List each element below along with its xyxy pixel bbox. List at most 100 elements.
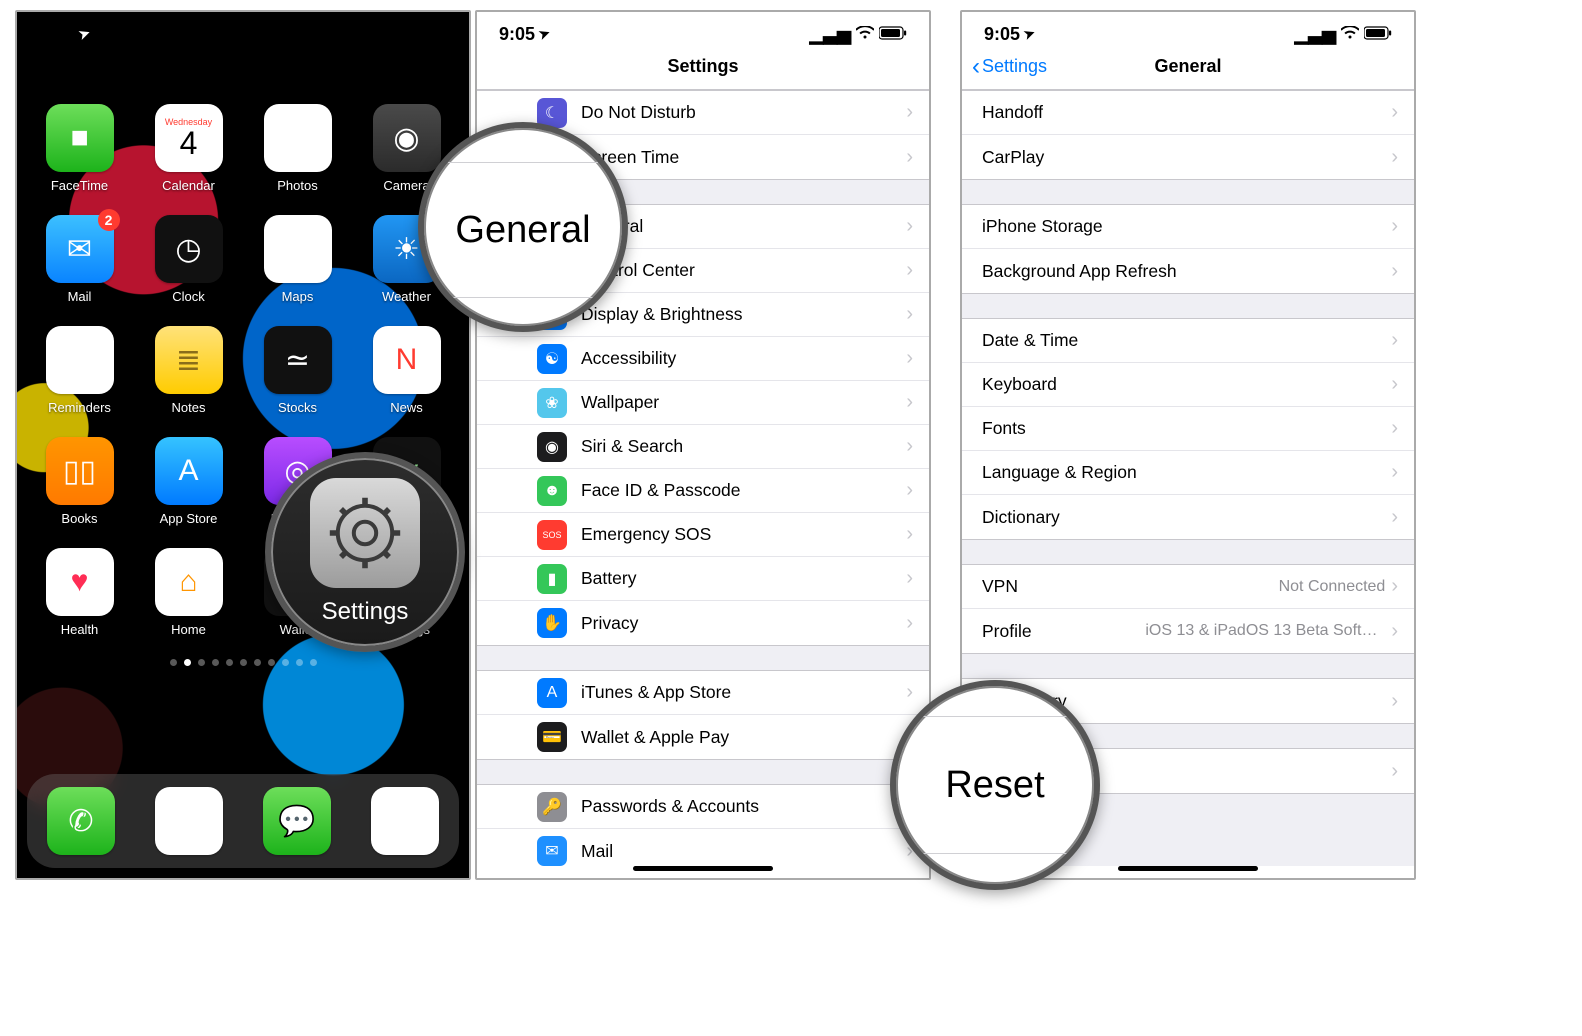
mail-app[interactable]: ✉2Mail	[32, 215, 127, 304]
general-row-iphone-storage[interactable]: iPhone Storage›	[962, 205, 1414, 249]
music-app[interactable]: ♪	[371, 787, 439, 855]
home-app[interactable]: ⌂Home	[141, 548, 236, 637]
chevron-right-icon: ›	[1391, 373, 1398, 396]
maps-app[interactable]: ➤ Maps	[250, 215, 345, 304]
settings-row-wallet-apple-pay[interactable]: 💳Wallet & Apple Pay›	[477, 715, 929, 759]
app-label: Notes	[172, 400, 206, 415]
general-row-date-time[interactable]: Date & Time›	[962, 319, 1414, 363]
nav-title: General	[1154, 56, 1221, 77]
stocks-app[interactable]: ≃ Stocks	[250, 326, 345, 415]
chevron-right-icon: ›	[906, 303, 913, 326]
settings-row-accessibility[interactable]: ☯Accessibility›	[477, 337, 929, 381]
row-icon: ✋	[537, 608, 567, 638]
phone-app[interactable]: ✆	[47, 787, 115, 855]
messages-app[interactable]: 💬	[263, 787, 331, 855]
chevron-right-icon: ›	[1391, 461, 1398, 484]
nav-bar: ‹ Settings General	[962, 44, 1414, 90]
chevron-left-icon: ‹	[972, 53, 980, 81]
chevron-right-icon: ›	[1391, 690, 1398, 713]
chevron-right-icon: ›	[1391, 215, 1398, 238]
wifi-icon	[1341, 24, 1359, 45]
safari-app[interactable]: ◎	[155, 787, 223, 855]
reminders-app-icon: ≡	[46, 326, 114, 394]
chevron-right-icon: ›	[1391, 146, 1398, 169]
settings-row-wallpaper[interactable]: ❀Wallpaper›	[477, 381, 929, 425]
reminders-app[interactable]: ≡Reminders	[32, 326, 127, 415]
chevron-right-icon: ›	[906, 612, 913, 635]
row-icon: A	[537, 678, 567, 708]
chevron-right-icon: ›	[1391, 575, 1398, 598]
stocks-app-icon: ≃	[264, 326, 332, 394]
status-time: 9:05	[984, 24, 1020, 45]
chevron-right-icon: ›	[906, 479, 913, 502]
health-app-icon: ♥	[46, 548, 114, 616]
row-label: Display & Brightness	[581, 304, 906, 325]
app-label: News	[390, 400, 423, 415]
general-row-profile[interactable]: ProfileiOS 13 & iPadOS 13 Beta Software …	[962, 609, 1414, 653]
row-label: Date & Time	[982, 330, 1391, 351]
settings-row-face-id-passcode[interactable]: ☻Face ID & Passcode›	[477, 469, 929, 513]
status-bar: 9:05 ➤ ▁▃▅	[962, 12, 1414, 44]
notes-app-icon: ≣	[155, 326, 223, 394]
row-label: Keyboard	[982, 374, 1391, 395]
row-label: General	[581, 216, 906, 237]
row-icon: 🔑	[537, 792, 567, 822]
app-label: Maps	[282, 289, 314, 304]
settings-row-mail[interactable]: ✉Mail›	[477, 829, 929, 866]
general-row-language-region[interactable]: Language & Region›	[962, 451, 1414, 495]
home-indicator[interactable]	[1118, 866, 1258, 871]
back-button[interactable]: ‹ Settings	[972, 53, 1047, 81]
settings-row-battery[interactable]: ▮Battery›	[477, 557, 929, 601]
settings-row-siri-search[interactable]: ◉Siri & Search›	[477, 425, 929, 469]
maps-app-icon: ➤	[264, 215, 332, 283]
facetime-app[interactable]: ■FaceTime	[32, 104, 127, 193]
row-label: Siri & Search	[581, 436, 906, 457]
general-row-fonts[interactable]: Fonts›	[962, 407, 1414, 451]
general-row-handoff[interactable]: Handoff›	[962, 91, 1414, 135]
chevron-right-icon: ›	[906, 146, 913, 169]
settings-row-itunes-app-store[interactable]: AiTunes & App Store›	[477, 671, 929, 715]
general-row-keyboard[interactable]: Keyboard›	[962, 363, 1414, 407]
row-label: Emergency SOS	[581, 524, 906, 545]
settings-row-passwords-accounts[interactable]: 🔑Passwords & Accounts›	[477, 785, 929, 829]
chevron-right-icon: ›	[906, 215, 913, 238]
row-detail: Not Connected	[1279, 578, 1386, 596]
page-indicator[interactable]	[17, 659, 469, 666]
row-icon: ◉	[537, 432, 567, 462]
settings-row-privacy[interactable]: ✋ Privacy›	[477, 601, 929, 645]
row-label: Privacy	[581, 613, 906, 634]
row-label: iPhone Storage	[982, 216, 1391, 237]
row-label: VPN	[982, 576, 1279, 597]
row-label: Accessibility	[581, 348, 906, 369]
general-row-background-app-refresh[interactable]: Background App Refresh›	[962, 249, 1414, 293]
general-row-carplay[interactable]: CarPlay›	[962, 135, 1414, 179]
calendar-app[interactable]: Wednesday4Calendar	[141, 104, 236, 193]
app-label: Home	[171, 622, 206, 637]
books-app-icon: ▯▯	[46, 437, 114, 505]
nav-bar: Settings	[477, 44, 929, 90]
callout-reset-label: Reset	[945, 764, 1044, 807]
news-app[interactable]: N News	[359, 326, 454, 415]
photos-app[interactable]: ✿Photos	[250, 104, 345, 193]
app-label: Stocks	[278, 400, 317, 415]
settings-row-emergency-sos[interactable]: SOSEmergency SOS›	[477, 513, 929, 557]
books-app[interactable]: ▯▯Books	[32, 437, 127, 526]
row-label: Wallet & Apple Pay	[581, 727, 906, 748]
row-label: Handoff	[982, 102, 1391, 123]
mail-app-icon: ✉2	[46, 215, 114, 283]
home-indicator[interactable]	[633, 866, 773, 871]
news-app-icon: N	[373, 326, 441, 394]
clock-app[interactable]: ◷Clock	[141, 215, 236, 304]
row-label: Dictionary	[982, 507, 1391, 528]
location-icon: ➤	[537, 25, 553, 44]
location-icon: ➤	[1022, 25, 1038, 44]
general-row-dictionary[interactable]: Dictionary›	[962, 495, 1414, 539]
health-app[interactable]: ♥Health	[32, 548, 127, 637]
general-row-vpn[interactable]: VPNNot Connected ›	[962, 565, 1414, 609]
notes-app[interactable]: ≣ Notes	[141, 326, 236, 415]
callout-reset: Reset	[890, 680, 1100, 890]
appstore-app[interactable]: AApp Store	[141, 437, 236, 526]
calendar-day: 4	[180, 127, 198, 159]
signal-icon: ▁▃▅	[1294, 24, 1336, 45]
dock: ✆ ◎ 💬 ♪	[27, 774, 459, 868]
